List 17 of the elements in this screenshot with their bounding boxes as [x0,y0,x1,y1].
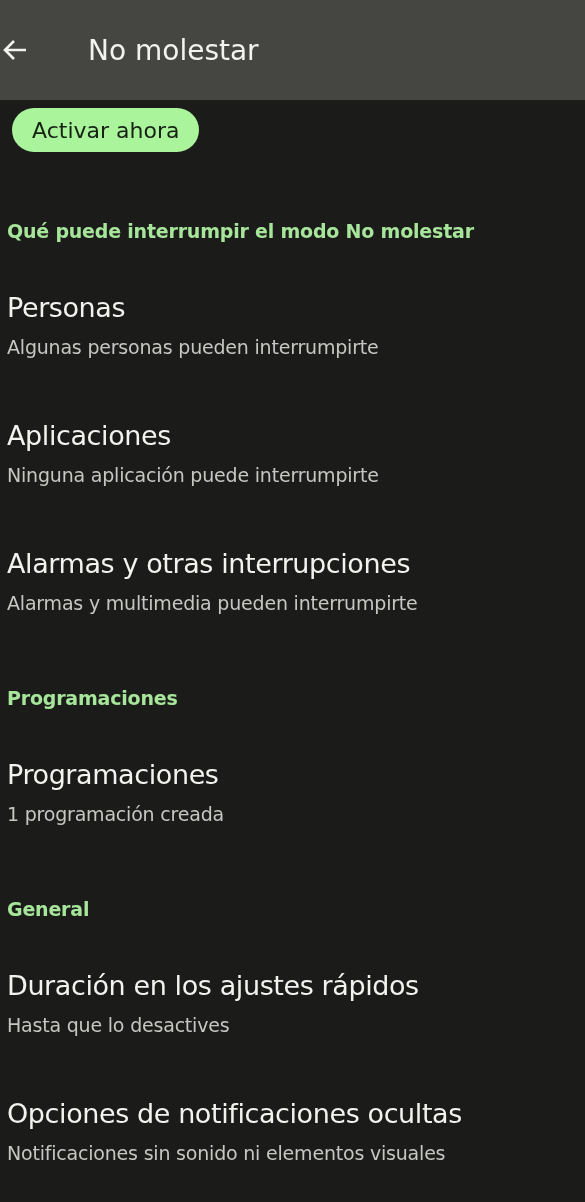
setting-summary: 1 programación creada [7,802,224,827]
section-header: Qué puede interrumpir el modo No molestar [6,219,475,244]
setting-summary: Hasta que lo desactives [7,1013,230,1038]
screen-title: No molestar [88,33,259,67]
setting-title[interactable]: Personas [7,288,126,328]
activate-now-button[interactable]: Activar ahora [12,108,200,152]
section-header: Programaciones [6,686,179,711]
setting-title[interactable]: Duración en los ajustes rápidos [7,966,419,1006]
setting-title[interactable]: Alarmas y otras interrupciones [7,544,411,584]
setting-summary: Ninguna aplicación puede interrumpirte [7,463,379,488]
setting-title[interactable]: Programaciones [7,755,219,795]
section-header: General [6,897,91,922]
setting-summary: Notificaciones sin sonido ni elementos visuales [7,1141,446,1166]
setting-title[interactable]: Aplicaciones [7,416,171,456]
setting-summary: Algunas personas pueden interrumpirte [7,335,379,360]
setting-title[interactable]: Opciones de notificaciones ocultas [7,1094,462,1134]
setting-summary: Alarmas y multimedia pueden interrumpirte [7,591,418,616]
